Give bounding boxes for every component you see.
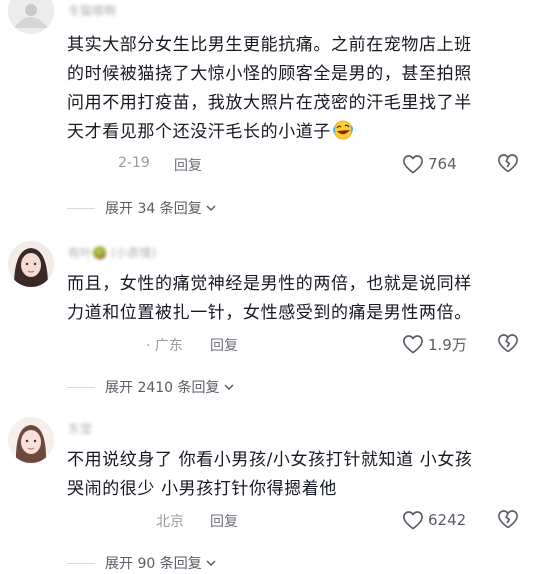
heart-icon <box>403 335 423 354</box>
expand-replies-label: 展开 34 条回复 <box>105 201 202 217</box>
reply-button[interactable]: 回复 <box>210 335 238 355</box>
avatar-image <box>8 0 54 34</box>
avatar[interactable] <box>8 417 54 463</box>
comment-text: 而且，女性的痛觉神经是男性的两倍，也就是说同样 力道和位置被扎一针，女性感受到的… <box>67 270 529 328</box>
avatar[interactable] <box>8 241 54 287</box>
comment-text-line: 问用不用打疫苗，我放大照片在茂密的汗毛里找了半 <box>67 93 472 113</box>
divider-line <box>67 562 95 564</box>
avatar[interactable] <box>8 0 54 34</box>
comment-text: 其实大部分女生比男生更能抗痛。之前在宠物店上班 的时候被猫挠了大惊小怪的顾客全是… <box>67 31 529 150</box>
username[interactable]: 有叶🥝 (小表情) <box>68 244 156 261</box>
comment-location: 北京 <box>156 514 184 530</box>
broken-heart-icon <box>498 154 518 173</box>
dislike-button[interactable] <box>497 333 519 355</box>
comment-text: 不用说纹身了 你看小男孩/小女孩打针就知道 小女孩 哭闹的很少 小男孩打针你得摁… <box>67 446 529 504</box>
divider-line <box>67 207 95 209</box>
heart-icon <box>403 155 423 174</box>
rolling-laughing-emoji-icon <box>333 120 353 150</box>
expand-replies-label: 展开 90 条回复 <box>105 556 202 572</box>
broken-heart-icon <box>498 510 518 529</box>
comment-meta: 2-19 回复 764 <box>0 152 535 176</box>
like-count: 6242 <box>428 511 467 529</box>
like-button[interactable]: 6242 <box>402 508 466 532</box>
chevron-down-icon <box>206 205 216 212</box>
like-button[interactable]: 764 <box>402 152 457 176</box>
like-button[interactable]: 1.9万 <box>402 332 467 356</box>
like-count: 1.9万 <box>428 335 467 354</box>
username[interactable]: 东莹 <box>68 420 92 437</box>
reply-button[interactable]: 回复 <box>174 155 202 175</box>
chevron-down-icon <box>206 560 216 567</box>
reply-button[interactable]: 回复 <box>210 511 238 531</box>
comment-meta: 北京 回复 6242 <box>0 508 535 532</box>
comment-text-line: 不用说纹身了 你看小男孩/小女孩打针就知道 小女孩 <box>67 450 473 470</box>
comment-date: 2-19 <box>118 155 150 171</box>
like-count: 764 <box>428 155 457 173</box>
divider-line <box>67 386 95 388</box>
expand-replies-label: 展开 2410 条回复 <box>105 380 220 396</box>
comment-text-line: 的时候被猫挠了大惊小怪的顾客全是男的，甚至拍照 <box>67 64 472 84</box>
avatar-image <box>8 417 54 463</box>
heart-icon <box>403 511 423 530</box>
comment-text-line: 其实大部分女生比男生更能抗痛。之前在宠物店上班 <box>67 35 472 55</box>
dislike-button[interactable] <box>497 509 519 531</box>
broken-heart-icon <box>498 334 518 353</box>
comment-text-line: 哭闹的很少 小男孩打针你得摁着他 <box>67 479 338 499</box>
username[interactable]: 冬猫哪啊 <box>68 2 116 19</box>
dislike-button[interactable] <box>497 153 519 175</box>
comment-text-line: 而且，女性的痛觉神经是男性的两倍，也就是说同样 <box>67 274 472 294</box>
comment-meta: · 广东 回复 1.9万 <box>0 332 535 356</box>
comment-text-line: 天才看见那个还没汗毛长的小道子 <box>67 122 331 142</box>
expand-replies-button[interactable]: 展开 90 条回复 <box>67 552 217 574</box>
comment-location: · 广东 <box>146 338 183 354</box>
expand-replies-button[interactable]: 展开 2410 条回复 <box>67 376 235 398</box>
chevron-down-icon <box>224 384 234 391</box>
comment-text-line: 力道和位置被扎一针，女性感受到的痛是男性两倍。 <box>67 303 472 323</box>
expand-replies-button[interactable]: 展开 34 条回复 <box>67 197 217 219</box>
avatar-image <box>8 241 54 287</box>
